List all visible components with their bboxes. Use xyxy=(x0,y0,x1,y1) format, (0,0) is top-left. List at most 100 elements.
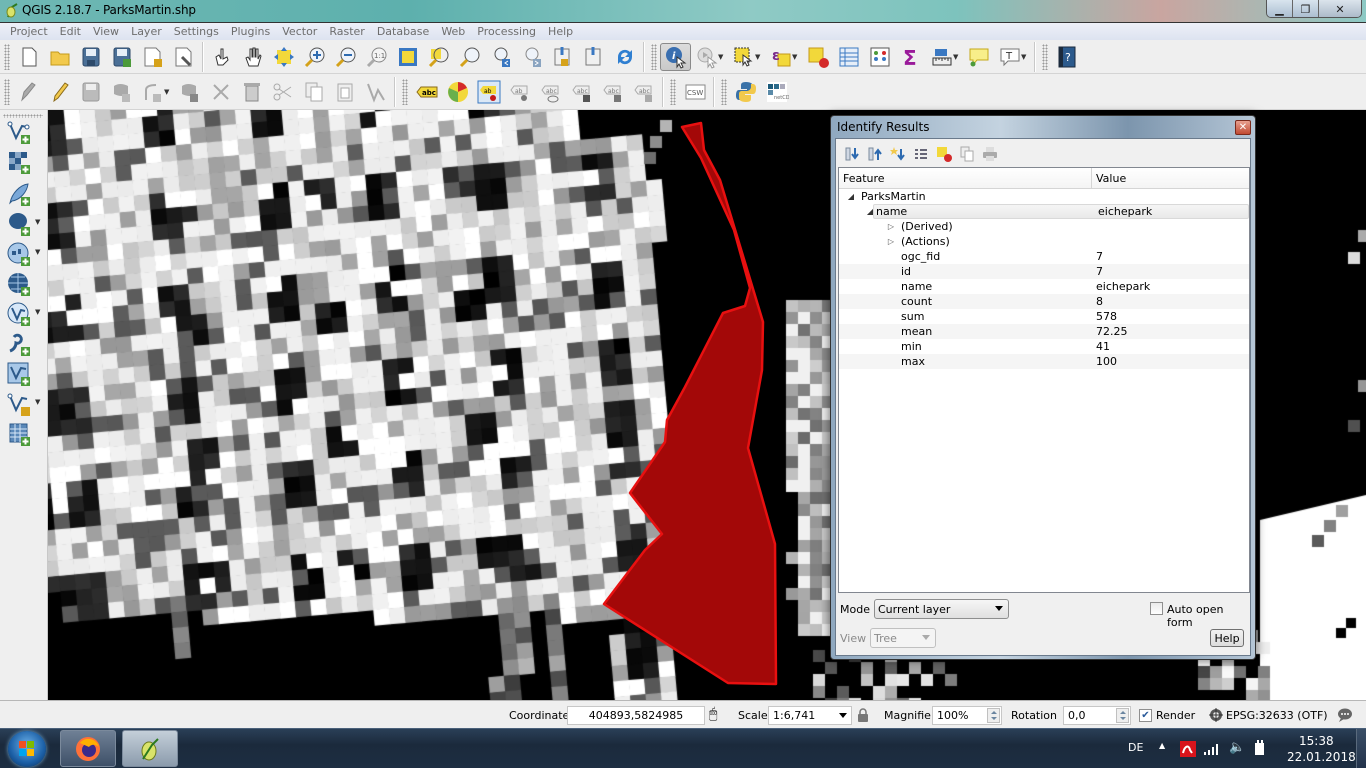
save-layer-edits-button[interactable] xyxy=(75,78,106,106)
wfs-dropdown[interactable]: ▼ xyxy=(35,308,40,316)
attribute-row[interactable]: ogc_fid 7 xyxy=(839,249,1249,264)
auto-open-form-checkbox[interactable] xyxy=(1150,602,1163,615)
add-raster-layer-button[interactable] xyxy=(4,148,34,176)
clear-results-button[interactable] xyxy=(932,144,955,164)
pin-labels-button[interactable]: ab xyxy=(473,78,504,106)
lock-scale-icon[interactable] xyxy=(857,707,869,723)
python-console-button[interactable] xyxy=(730,78,761,106)
dialog-close-button[interactable]: ✕ xyxy=(1235,120,1251,135)
menu-raster[interactable]: Raster xyxy=(323,25,370,38)
clock-date[interactable]: 22.01.2018 xyxy=(1287,750,1356,764)
attribute-row[interactable]: min 41 xyxy=(839,339,1249,354)
layer-labeling-options-button[interactable] xyxy=(442,78,473,106)
text-annotation-button[interactable]: T xyxy=(994,43,1025,71)
spinner-icon[interactable] xyxy=(1116,708,1129,723)
expand-tree-button[interactable] xyxy=(840,144,863,164)
clock-time[interactable]: 15:38 xyxy=(1299,734,1334,748)
add-vector-layer-button[interactable] xyxy=(4,118,34,146)
help-button[interactable]: ? xyxy=(1051,43,1082,71)
menu-view[interactable]: View xyxy=(87,25,125,38)
zoom-last-button[interactable] xyxy=(485,43,516,71)
column-header-value[interactable]: Value xyxy=(1092,168,1130,188)
zoom-to-layer-button[interactable] xyxy=(454,43,485,71)
form-view-button[interactable] xyxy=(909,144,932,164)
feature-row[interactable]: ◢ name eichepark xyxy=(867,204,1249,219)
power-plug-icon[interactable] xyxy=(1253,740,1267,756)
toggle-extents-mouse-icon[interactable]: 🖱 xyxy=(709,706,717,722)
toolbar-grip[interactable] xyxy=(1042,43,1048,70)
attribute-row[interactable]: mean 72.25 xyxy=(839,324,1249,339)
coordinate-field[interactable]: 404893,5824985 xyxy=(567,706,705,725)
add-spatialite-layer-button[interactable] xyxy=(4,180,34,208)
menu-web[interactable]: Web xyxy=(435,25,471,38)
attribute-row[interactable]: count 8 xyxy=(839,294,1249,309)
digitize-button[interactable] xyxy=(360,78,391,106)
add-delimited-text-button[interactable] xyxy=(4,330,34,358)
scale-combo[interactable]: 1:6,741 xyxy=(768,706,852,725)
statistical-summary-button[interactable]: Σ xyxy=(895,43,926,71)
add-wfs-layer-button[interactable] xyxy=(4,300,34,328)
expand-arrow-icon[interactable]: ▷ xyxy=(885,222,897,231)
csw-button[interactable]: CSW xyxy=(679,78,710,106)
render-checkbox[interactable]: ✔ xyxy=(1139,709,1152,722)
copy-features-button[interactable] xyxy=(298,78,329,106)
crs-label[interactable]: EPSG:32633 (OTF) xyxy=(1226,709,1328,722)
toolbar-grip[interactable] xyxy=(721,78,727,105)
collapse-arrow-icon[interactable]: ◢ xyxy=(864,207,876,216)
delete-part-button[interactable] xyxy=(205,78,236,106)
new-layer-dropdown[interactable]: ▼ xyxy=(35,398,40,406)
menu-layer[interactable]: Layer xyxy=(125,25,168,38)
toolbar-grip[interactable] xyxy=(4,78,10,105)
open-project-button[interactable] xyxy=(44,43,75,71)
select-by-expression-button[interactable]: ε xyxy=(765,43,796,71)
antivirus-icon[interactable] xyxy=(1180,741,1196,757)
delete-selected-button[interactable] xyxy=(236,78,267,106)
show-desktop-button[interactable] xyxy=(1356,729,1366,768)
spinner-icon[interactable] xyxy=(987,708,1000,723)
zoom-full-button[interactable] xyxy=(392,43,423,71)
rotate-label-button[interactable]: abc xyxy=(597,78,628,106)
menu-edit[interactable]: Edit xyxy=(54,25,87,38)
zoom-to-selection-button[interactable] xyxy=(423,43,454,71)
actions-row[interactable]: ▷ (Actions) xyxy=(839,234,1249,249)
menu-settings[interactable]: Settings xyxy=(168,25,225,38)
toggle-editing-button[interactable] xyxy=(44,78,75,106)
attribute-row[interactable]: max 100 xyxy=(839,354,1249,369)
messages-icon[interactable] xyxy=(1337,708,1353,722)
toolbar-grip[interactable] xyxy=(670,78,676,105)
park-polygon-eichepark[interactable] xyxy=(602,121,778,686)
save-as-button[interactable] xyxy=(106,43,137,71)
identify-results-tree[interactable]: Feature Value ◢ ParksMartin ◢ name eichepa… xyxy=(838,167,1250,593)
pan-button[interactable] xyxy=(237,43,268,71)
copy-feature-button[interactable] xyxy=(955,144,978,164)
close-button[interactable]: ✕ xyxy=(1319,0,1361,17)
new-project-button[interactable] xyxy=(13,43,44,71)
menu-processing[interactable]: Processing xyxy=(471,25,542,38)
open-attribute-table-button[interactable] xyxy=(833,43,864,71)
postgis-dropdown[interactable]: ▼ xyxy=(35,218,40,226)
magnifier-spinbox[interactable]: 100% xyxy=(932,706,1002,725)
print-button[interactable] xyxy=(978,144,1001,164)
wms-dropdown[interactable]: ▼ xyxy=(35,248,40,256)
menu-vector[interactable]: Vector xyxy=(276,25,323,38)
show-hide-labels-button[interactable]: abc xyxy=(535,78,566,106)
toolbar-grip[interactable] xyxy=(402,78,408,105)
move-label-button[interactable]: abc xyxy=(566,78,597,106)
node-tool-button[interactable] xyxy=(137,78,168,106)
current-edits-button[interactable] xyxy=(13,78,44,106)
new-print-composer-button[interactable] xyxy=(137,43,168,71)
mode-select[interactable]: Current layer xyxy=(874,599,1009,619)
refresh-button[interactable] xyxy=(609,43,640,71)
zoom-out-button[interactable] xyxy=(330,43,361,71)
taskbar-app-firefox[interactable] xyxy=(60,730,116,767)
menu-project[interactable]: Project xyxy=(4,25,54,38)
pan-to-selection-button[interactable] xyxy=(268,43,299,71)
zoom-in-button[interactable] xyxy=(299,43,330,71)
show-bookmarks-button[interactable] xyxy=(578,43,609,71)
rotation-spinbox[interactable]: 0,0 xyxy=(1063,706,1131,725)
menu-help[interactable]: Help xyxy=(542,25,579,38)
add-wcs-layer-button[interactable] xyxy=(4,270,34,298)
measure-line-button[interactable] xyxy=(926,43,957,71)
new-shapefile-button[interactable] xyxy=(4,390,34,418)
language-indicator[interactable]: DE xyxy=(1128,741,1143,754)
